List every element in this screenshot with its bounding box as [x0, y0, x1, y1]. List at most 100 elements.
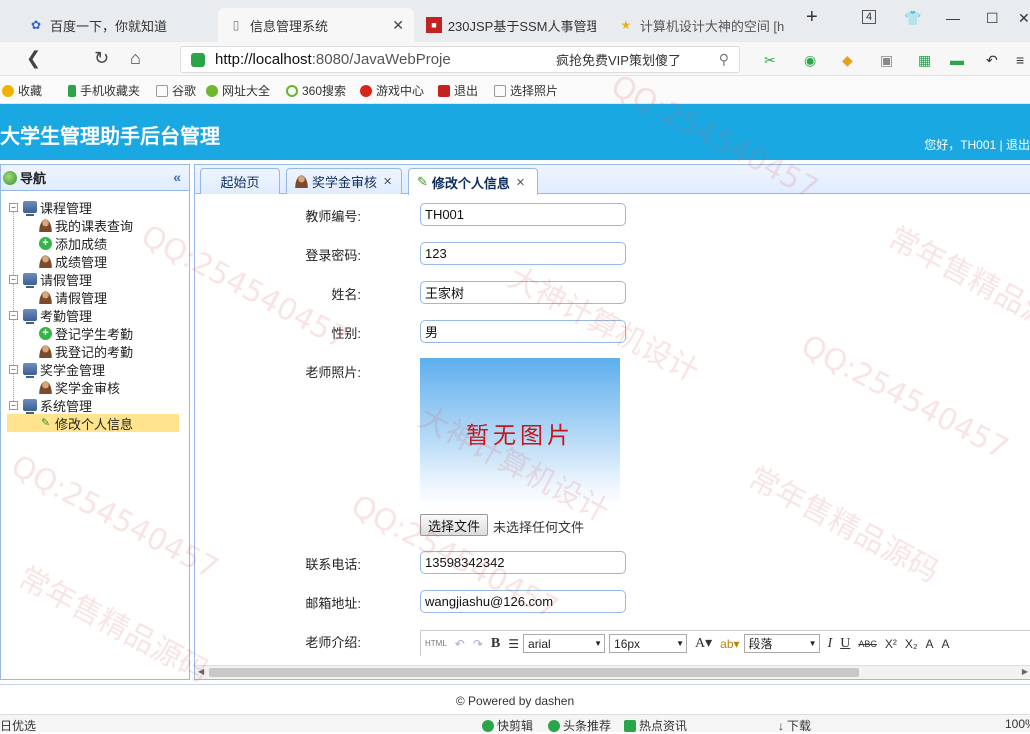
browser-tab-info-system[interactable]: ▯ 信息管理系统 ✕: [218, 8, 414, 42]
translate-icon[interactable]: ◉: [804, 52, 816, 69]
close-window-icon[interactable]: ✕: [1018, 10, 1030, 27]
format-icon[interactable]: ☰: [508, 637, 519, 651]
password-field[interactable]: [420, 242, 626, 265]
collapse-node-icon[interactable]: −: [9, 364, 18, 374]
strikethrough-button[interactable]: ABC: [858, 639, 877, 649]
nav-item-my-attendance[interactable]: 我登记的考勤: [1, 342, 189, 360]
scroll-left-icon[interactable]: ◀: [198, 667, 204, 676]
maximize-icon[interactable]: ☐: [986, 10, 999, 27]
nav-item-my-schedule[interactable]: 我的课表查询: [1, 216, 189, 234]
browser-tab-space[interactable]: ★ 计算机设计大神的空间 [h: [608, 8, 798, 42]
close-tab-icon[interactable]: ✕: [383, 175, 392, 188]
email-field[interactable]: [420, 590, 626, 613]
browser-tab-baidu[interactable]: ✿ 百度一下，你就知道: [18, 8, 214, 42]
scissors-icon[interactable]: ✂: [764, 52, 776, 69]
tree-group-leave[interactable]: − 请假管理: [1, 270, 189, 288]
font-increase-icon[interactable]: A: [926, 637, 934, 651]
collapse-node-icon[interactable]: −: [9, 274, 18, 284]
tree-group-course[interactable]: − 课程管理: [1, 198, 189, 216]
screenshot-icon[interactable]: ▣: [880, 52, 893, 69]
zoom-level[interactable]: 100%: [1005, 717, 1030, 731]
tree-group-attendance[interactable]: − 考勤管理: [1, 306, 189, 324]
bookmark-exit[interactable]: 退出: [438, 82, 478, 99]
nav-item-grade-manage[interactable]: 成绩管理: [1, 252, 189, 270]
shirt-icon[interactable]: 👕: [904, 10, 921, 27]
browser-status-bar: 日优选 快剪辑 头条推荐 热点资讯 ↓下载 100%: [0, 714, 1030, 734]
undo-icon[interactable]: ↶: [455, 637, 465, 651]
phone-field[interactable]: [420, 551, 626, 574]
status-quick-cut[interactable]: 快剪辑: [482, 717, 533, 734]
collapse-node-icon[interactable]: −: [9, 400, 18, 410]
underline-button[interactable]: U: [840, 636, 850, 652]
battery-icon[interactable]: ▬: [950, 52, 964, 68]
nav-item-leave-manage[interactable]: 请假管理: [1, 288, 189, 306]
bookmark-select-photo[interactable]: 选择照片: [494, 82, 558, 99]
close-tab-icon[interactable]: ✕: [516, 176, 525, 189]
user-info[interactable]: 您好，TH001 | 退出: [924, 136, 1030, 153]
html-source-button[interactable]: HTML: [425, 639, 447, 648]
tab-count-badge[interactable]: 4: [862, 10, 877, 24]
tree-group-scholarship[interactable]: − 奖学金管理: [1, 360, 189, 378]
apps-icon[interactable]: ▦: [918, 52, 931, 69]
tab-edit-profile[interactable]: ✎ 修改个人信息 ✕: [408, 168, 538, 195]
highlight-icon[interactable]: ab▾: [720, 637, 739, 651]
nav-item-edit-profile[interactable]: ✎ 修改个人信息: [7, 414, 179, 432]
scroll-right-icon[interactable]: ▶: [1022, 667, 1028, 676]
minimize-icon[interactable]: —: [946, 10, 960, 26]
password-label: 登录密码:: [305, 248, 361, 263]
bookmark-google[interactable]: 谷歌: [156, 82, 196, 99]
browser-tab-ssm[interactable]: ■ 230JSP基于SSM人事管理: [416, 8, 606, 42]
bookmark-sites[interactable]: 网址大全: [206, 82, 270, 99]
collapse-node-icon[interactable]: −: [9, 202, 18, 212]
tab-scholarship-review[interactable]: 奖学金审核 ✕: [286, 168, 402, 194]
horizontal-scrollbar[interactable]: ◀ ▶: [195, 665, 1030, 679]
promo-text[interactable]: 疯抢免费VIP策划傻了: [556, 50, 681, 69]
menu-icon[interactable]: ≡: [1016, 52, 1024, 68]
subscript-button[interactable]: X₂: [905, 637, 918, 651]
close-tab-icon[interactable]: ✕: [392, 17, 404, 34]
nav-item-scholarship-review[interactable]: 奖学金审核: [1, 378, 189, 396]
teacher-id-label: 教师编号:: [305, 209, 361, 224]
bookmark-favorites[interactable]: 收藏: [2, 82, 42, 99]
paragraph-select[interactable]: 段落 ▼: [743, 634, 820, 653]
teacher-photo: 暂无图片: [420, 358, 620, 508]
font-size-select[interactable]: 16px ▼: [609, 634, 688, 653]
scroll-thumb[interactable]: [209, 668, 859, 677]
font-family-select[interactable]: arial ▼: [523, 634, 606, 653]
undo-icon[interactable]: ↶: [986, 52, 998, 69]
news-icon: [624, 719, 636, 732]
name-field[interactable]: [420, 281, 626, 304]
tab-home[interactable]: 起始页: [200, 168, 280, 194]
bookmark-mobile[interactable]: 手机收藏夹: [68, 82, 140, 99]
redo-icon[interactable]: ↷: [473, 637, 483, 651]
gender-label: 性别:: [331, 326, 361, 341]
gender-field[interactable]: [420, 320, 626, 343]
nav-item-add-grade[interactable]: + 添加成绩: [1, 234, 189, 252]
teacher-id-field[interactable]: [420, 203, 626, 226]
rich-editor-toolbar: HTML ↶ ↷ B ☰ arial ▼ 16px ▼ A▾ ab▾ 段落 ▼ I U…: [420, 630, 1030, 656]
address-bar[interactable]: http://localhost:8080/JavaWebProje 疯抢免费V…: [180, 46, 740, 73]
bookmark-games[interactable]: 游戏中心: [360, 82, 424, 99]
tree-group-system[interactable]: − 系统管理: [1, 396, 189, 414]
nav-item-register-attendance[interactable]: + 登记学生考勤: [1, 324, 189, 342]
choose-file-button[interactable]: 选择文件: [420, 514, 489, 536]
collapse-node-icon[interactable]: −: [9, 310, 18, 320]
search-icon[interactable]: ⚲: [719, 51, 729, 68]
back-icon[interactable]: ❮: [26, 48, 41, 69]
bold-button[interactable]: B: [491, 636, 500, 652]
home-icon[interactable]: ⌂: [130, 48, 141, 69]
status-hot-news[interactable]: 热点资讯: [624, 717, 687, 734]
status-left[interactable]: 日优选: [0, 717, 36, 734]
superscript-button[interactable]: X²: [885, 637, 897, 651]
reload-icon[interactable]: ↻: [94, 48, 109, 69]
bookmark-360-search[interactable]: 360搜索: [286, 82, 346, 99]
add-icon: +: [39, 326, 52, 340]
font-color-icon[interactable]: A▾: [695, 635, 712, 652]
status-headlines[interactable]: 头条推荐: [548, 717, 611, 734]
collapse-icon[interactable]: «: [173, 169, 181, 185]
status-download[interactable]: ↓ 下载: [778, 717, 811, 734]
font-decrease-icon[interactable]: A: [942, 637, 950, 651]
italic-button[interactable]: I: [828, 636, 833, 652]
wallet-icon[interactable]: ◆: [842, 52, 853, 69]
new-tab-button[interactable]: +: [806, 6, 818, 29]
